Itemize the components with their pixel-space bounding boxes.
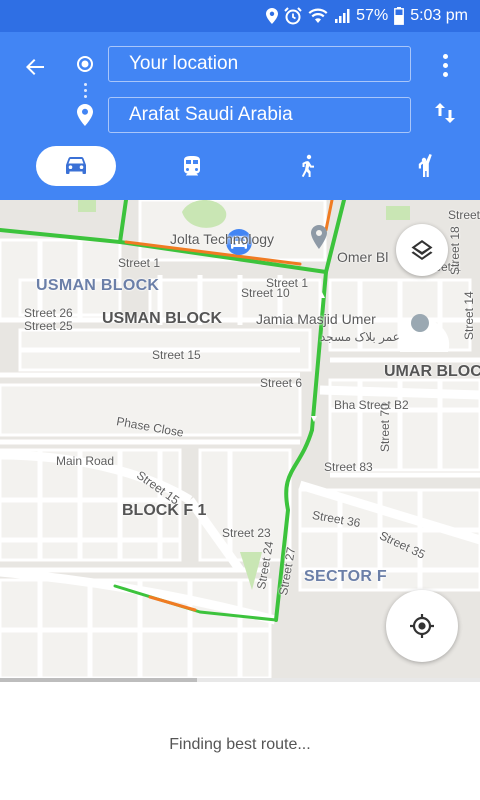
back-button[interactable] <box>18 50 52 84</box>
finding-route-text: Finding best route... <box>169 736 311 753</box>
arrow-back-icon <box>26 59 44 75</box>
tab-walk[interactable] <box>268 146 348 186</box>
car-icon <box>66 157 86 174</box>
map-label-street: Street 15 <box>152 348 201 362</box>
directions-header: Your location Arafat Saudi Arabia <box>0 32 480 200</box>
map-label-street: Street 26 <box>24 306 73 320</box>
map-label-street: Street 70 <box>378 403 392 452</box>
map-label-umar-block: UMAR BLOC <box>384 363 480 380</box>
map-label-street: Street 25 <box>24 319 73 333</box>
mosque-pin-icon <box>411 314 429 332</box>
tab-transit[interactable] <box>152 146 232 186</box>
swap-button[interactable] <box>430 96 460 130</box>
map-label-street: Street 23 <box>222 526 271 540</box>
train-icon <box>184 156 200 176</box>
walk-icon <box>301 154 314 177</box>
my-location-button[interactable] <box>386 590 458 662</box>
travel-mode-tabs <box>0 144 480 188</box>
map-label-jamia-ar: عمر بلاک مسجد <box>320 330 400 344</box>
swap-vertical-icon <box>435 103 455 123</box>
map-label-usman-block-1: USMAN BLOCK <box>36 277 160 294</box>
map-label-street: Street 1 <box>118 256 161 270</box>
map-label-block-f1: BLOCK F 1 <box>122 502 207 519</box>
status-bar: 57% 5:03 pm <box>0 0 480 32</box>
map-label-street: Bha Street B2 <box>334 398 409 412</box>
map-label-jamia: Jamia Masjid Umer <box>256 311 376 327</box>
map-label-street: Street <box>448 208 480 222</box>
place-pin-icon <box>311 225 327 249</box>
map-label-street: Street 10 <box>241 286 290 300</box>
tab-ride-hail[interactable] <box>384 146 464 186</box>
location-icon <box>266 8 279 24</box>
battery-percent: 57% <box>356 7 389 24</box>
tab-drive[interactable] <box>36 146 116 186</box>
origin-dot-icon <box>77 56 93 72</box>
map-label-street: Street 18 <box>448 226 462 275</box>
route-status-panel: Finding best route... <box>0 682 480 800</box>
map-view[interactable]: Jolta Technology Omer Bl USMAN BLOCK USM… <box>0 200 480 678</box>
clock: 5:03 pm <box>410 7 468 24</box>
battery-icon <box>394 7 405 25</box>
alarm-icon <box>284 7 302 25</box>
map-label-sector-f: SECTOR F <box>304 568 388 585</box>
layers-icon <box>411 240 433 260</box>
map-label-street: Street 83 <box>324 460 373 474</box>
crosshair-icon <box>410 614 434 638</box>
layers-button[interactable] <box>396 224 448 276</box>
signal-icon <box>335 9 350 23</box>
more-options-button[interactable] <box>432 48 458 82</box>
wifi-icon <box>308 8 328 23</box>
map-label-jolta: Jolta Technology <box>170 231 275 247</box>
map-label-omer: Omer Bl <box>337 249 389 265</box>
map-label-street: Street 14 <box>462 291 476 340</box>
map-label-street: Main Road <box>56 454 115 468</box>
ride-hail-icon <box>418 154 432 177</box>
route-connector <box>84 80 87 100</box>
map-label-street: Street 6 <box>260 376 303 390</box>
map-label-usman-block-2: USMAN BLOCK <box>102 310 222 327</box>
origin-field[interactable]: Your location <box>108 46 411 82</box>
destination-field[interactable]: Arafat Saudi Arabia <box>108 97 411 133</box>
destination-pin-icon <box>77 104 93 126</box>
